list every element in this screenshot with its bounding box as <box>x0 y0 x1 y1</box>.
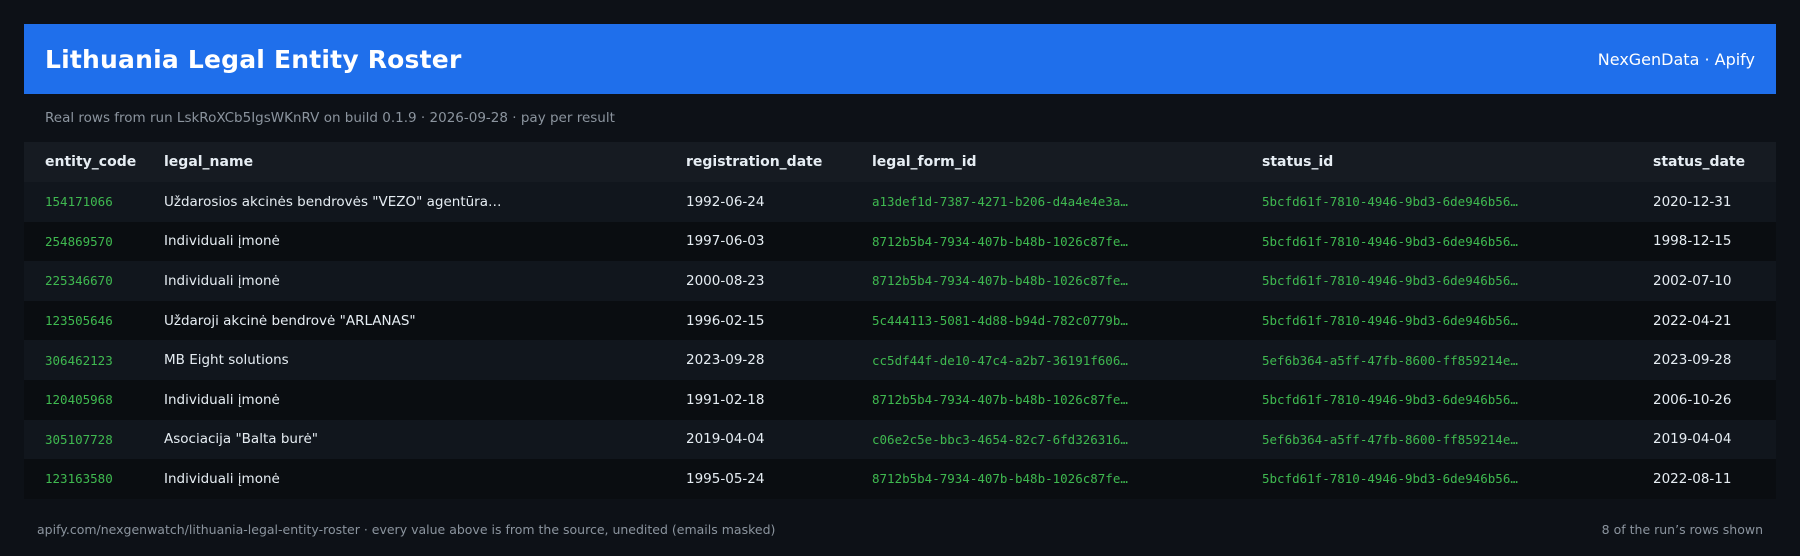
footer-row-count: 8 of the run’s rows shown <box>1601 522 1763 537</box>
table-body: 154171066 Uždarosios akcinės bendrovės "V… <box>24 182 1776 499</box>
cell-status-date: 2006-10-26 <box>1653 391 1732 408</box>
footer: apify.com/nexgenwatch/lithuania-legal-en… <box>37 522 1763 537</box>
cell-registration-date: 1991-02-18 <box>686 391 765 408</box>
table-row: 154171066 Uždarosios akcinės bendrovės "V… <box>24 182 1776 222</box>
cell-entity-code: 123163580 <box>45 471 113 487</box>
cell-legal-form-id: 8712b5b4-7934-407b-b48b-1026c87fe… <box>872 471 1128 487</box>
cell-entity-code: 154171066 <box>45 194 113 210</box>
cell-legal-name: MB Eight solutions <box>164 352 289 369</box>
cell-legal-name: Asociacija "Balta burė" <box>164 431 319 448</box>
cell-legal-name: Individuali įmonė <box>164 233 280 250</box>
cell-registration-date: 2023-09-28 <box>686 352 765 369</box>
column-header-entity-code: entity_code <box>45 154 137 170</box>
table-row: 120405968 Individuali įmonė 1991-02-18 8712… <box>24 379 1776 420</box>
cell-legal-form-id: c06e2c5e-bbc3-4654-82c7-6fd326316… <box>872 431 1128 447</box>
column-header-status-id: status_id <box>1262 154 1334 170</box>
cell-registration-date: 1996-02-15 <box>686 312 765 329</box>
cell-status-id: 5ef6b364-a5ff-47fb-8600-ff859214e… <box>1262 431 1518 447</box>
cell-legal-form-id: 8712b5b4-7934-407b-b48b-1026c87fe… <box>872 392 1128 408</box>
table-row: 225346670 Individuali įmonė 2000-08-23 8712… <box>24 261 1776 301</box>
table-header-row: entity_code legal_name registration_date… <box>24 142 1776 182</box>
footer-source-link: apify.com/nexgenwatch/lithuania-legal-en… <box>37 522 776 537</box>
cell-legal-form-id: a13def1d-7387-4271-b206-d4a4e4e3a… <box>872 194 1128 210</box>
cell-status-id: 5bcfd61f-7810-4946-9bd3-6de946b56… <box>1262 392 1518 408</box>
column-header-legal-name: legal_name <box>164 154 254 170</box>
page-title: Lithuania Legal Entity Roster <box>45 44 462 74</box>
cell-status-date: 2022-04-21 <box>1653 312 1732 329</box>
cell-entity-code: 254869570 <box>45 233 113 249</box>
cell-entity-code: 306462123 <box>45 352 113 368</box>
cell-status-date: 2023-09-28 <box>1653 352 1732 369</box>
table-row: 254869570 Individuali įmonė 1997-06-03 8712… <box>24 221 1776 262</box>
cell-entity-code: 225346670 <box>45 273 113 289</box>
cell-legal-name: Individuali įmonė <box>164 470 280 487</box>
cell-status-id: 5bcfd61f-7810-4946-9bd3-6de946b56… <box>1262 233 1518 249</box>
cell-registration-date: 1997-06-03 <box>686 233 765 250</box>
cell-entity-code: 305107728 <box>45 431 113 447</box>
cell-entity-code: 123505646 <box>45 313 113 329</box>
cell-legal-form-id: 5c444113-5081-4d88-b94d-782c0779b… <box>872 313 1128 329</box>
cell-status-date: 2002-07-10 <box>1653 272 1732 289</box>
table-row: 123163580 Individuali įmonė 1995-05-24 8712… <box>24 459 1776 499</box>
entity-table-container: entity_code legal_name registration_date… <box>24 142 1776 499</box>
column-header-status-date: status_date <box>1653 154 1746 170</box>
table-row: 305107728 Asociacija "Balta burė" 2019-04-… <box>24 419 1776 460</box>
cell-legal-form-id: 8712b5b4-7934-407b-b48b-1026c87fe… <box>872 273 1128 289</box>
table-row: 306462123 MB Eight solutions 2023-09-28 cc5… <box>24 340 1776 380</box>
cell-legal-name: Individuali įmonė <box>164 272 280 289</box>
cell-legal-name: Individuali įmonė <box>164 391 280 408</box>
run-subtitle: Real rows from run LskRoXCb5IgsWKnRV on … <box>45 110 615 126</box>
entity-table: entity_code legal_name registration_date… <box>24 142 1776 499</box>
cell-legal-form-id: cc5df44f-de10-47c4-a2b7-36191f606… <box>872 352 1128 368</box>
cell-status-date: 2020-12-31 <box>1653 193 1732 210</box>
cell-legal-name: Uždaroji akcinė bendrovė "ARLANAS" <box>164 312 416 329</box>
cell-status-date: 2022-08-11 <box>1653 470 1732 487</box>
column-header-registration-date: registration_date <box>686 154 823 170</box>
cell-status-id: 5bcfd61f-7810-4946-9bd3-6de946b56… <box>1262 471 1518 487</box>
cell-status-date: 2019-04-04 <box>1653 431 1732 448</box>
cell-registration-date: 1995-05-24 <box>686 470 765 487</box>
cell-legal-form-id: 8712b5b4-7934-407b-b48b-1026c87fe… <box>872 233 1128 249</box>
cell-status-id: 5bcfd61f-7810-4946-9bd3-6de946b56… <box>1262 194 1518 210</box>
cell-entity-code: 120405968 <box>45 392 113 408</box>
brand-label: NexGenData · Apify <box>1597 49 1755 69</box>
cell-status-date: 1998-12-15 <box>1653 233 1732 250</box>
cell-registration-date: 2000-08-23 <box>686 272 765 289</box>
table-row: 123505646 Uždaroji akcinė bendrovė "ARLAN… <box>24 300 1776 341</box>
cell-registration-date: 2019-04-04 <box>686 431 765 448</box>
header-banner: Lithuania Legal Entity Roster NexGenData… <box>24 24 1776 94</box>
cell-status-id: 5bcfd61f-7810-4946-9bd3-6de946b56… <box>1262 313 1518 329</box>
cell-status-id: 5bcfd61f-7810-4946-9bd3-6de946b56… <box>1262 273 1518 289</box>
cell-status-id: 5ef6b364-a5ff-47fb-8600-ff859214e… <box>1262 352 1518 368</box>
column-header-legal-form-id: legal_form_id <box>872 154 977 170</box>
cell-registration-date: 1992-06-24 <box>686 193 765 210</box>
cell-legal-name: Uždarosios akcinės bendrovės "VEZO" agen… <box>164 193 502 210</box>
